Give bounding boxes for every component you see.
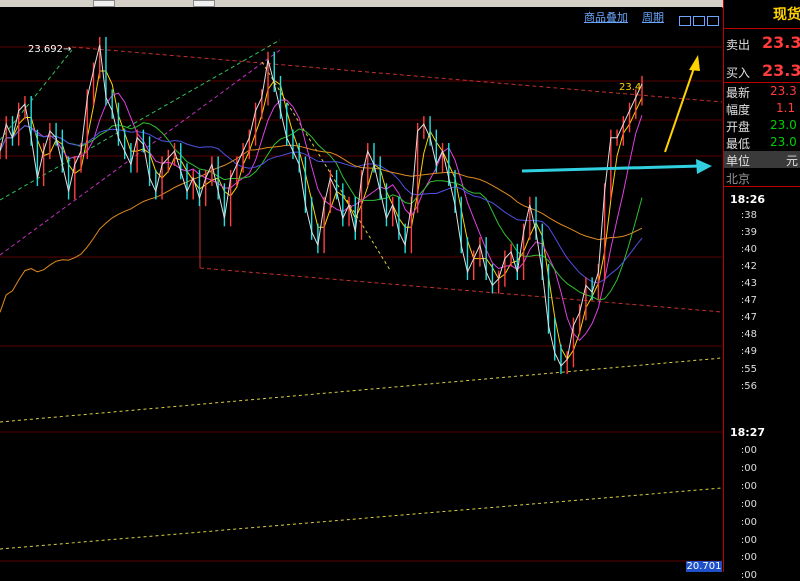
low-value: 23.0	[770, 135, 797, 149]
sell-row: 卖出 23.39	[726, 33, 800, 53]
time-tick: :42	[740, 261, 757, 272]
latest-label: 最新	[726, 86, 751, 100]
window-tab[interactable]	[93, 0, 115, 7]
support-line-1	[0, 357, 722, 423]
time-tick: :48	[740, 329, 757, 340]
time-tick: :55	[740, 364, 757, 375]
unit-row: 单位 元	[724, 151, 800, 168]
trend-line-lower	[199, 267, 722, 313]
unit-value: 元	[786, 154, 799, 168]
time-tick: :43	[740, 278, 757, 289]
target-price-label: 23.4	[619, 82, 641, 93]
open-label: 开盘	[726, 120, 751, 134]
buy-label: 买入	[726, 66, 751, 80]
current-price-box: 20.701	[686, 561, 722, 572]
latest-value: 23.3	[770, 84, 797, 98]
divider	[724, 28, 800, 29]
time-tick: :00	[740, 481, 757, 492]
divider	[724, 186, 800, 187]
divider	[724, 82, 800, 83]
time-tick: :49	[740, 346, 757, 357]
time-tick: :00	[740, 445, 757, 456]
channel-line	[0, 49, 73, 141]
open-row: 开盘 23.0	[726, 118, 797, 135]
low-label: 最低	[726, 137, 751, 151]
chart-toolbar: 商品叠加 周期	[0, 7, 722, 26]
time-tick: :47	[740, 312, 757, 323]
time-tick: :00	[740, 499, 757, 510]
ma-long-line	[0, 122, 643, 301]
time-tick: :00	[740, 535, 757, 546]
location-label: 北京	[726, 172, 751, 186]
buy-value: 23.37	[762, 61, 800, 80]
time-tick: :39	[740, 227, 757, 238]
sell-label: 卖出	[726, 38, 751, 52]
range-label: 幅度	[726, 103, 751, 117]
time-tick: 18:27	[729, 426, 765, 439]
buy-row: 买入 23.37	[726, 61, 800, 81]
time-tick: :40	[740, 244, 757, 255]
range-row: 幅度 1.1	[726, 101, 795, 118]
window-tab[interactable]	[193, 0, 215, 7]
time-tick: 18:26	[729, 193, 765, 206]
channel-line	[261, 61, 391, 271]
range-value: 1.1	[776, 101, 796, 115]
quote-panel: 现货 卖出 23.39 买入 23.37 最新 23.3 幅度 1.1 开盘 2…	[723, 0, 800, 581]
unit-label: 单位	[726, 154, 751, 168]
time-tick: :38	[740, 210, 757, 221]
low-row: 最低 23.0	[726, 135, 797, 152]
latest-row: 最新 23.3	[726, 84, 797, 101]
panel-title: 现货	[773, 7, 800, 23]
time-tick: :00	[740, 517, 757, 528]
trend-line-upper	[71, 46, 722, 103]
price-chart[interactable]: 23.692→ 23.4	[0, 23, 722, 572]
up-arrow-line	[664, 64, 696, 153]
horizontal-arrow-head	[696, 159, 712, 174]
support-line-2	[0, 487, 722, 550]
time-tick: :00	[740, 463, 757, 474]
sell-value: 23.39	[762, 33, 800, 52]
open-value: 23.0	[770, 118, 797, 132]
up-arrow-head	[689, 55, 700, 71]
high-price-label: 23.692→	[28, 44, 71, 55]
time-tick: :47	[740, 295, 757, 306]
time-tick: :56	[740, 381, 757, 392]
time-tick: :00	[740, 552, 757, 563]
